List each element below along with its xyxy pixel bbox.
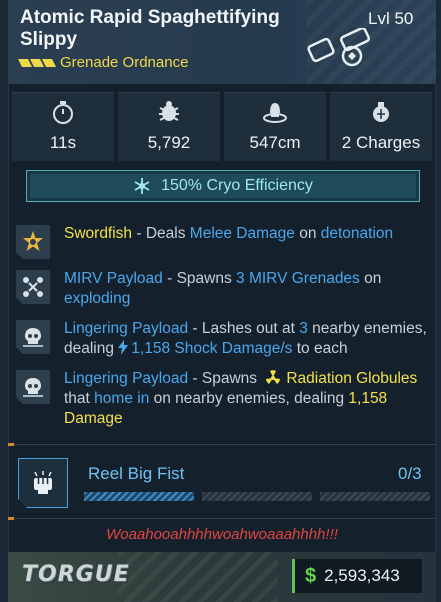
element-bonus-bar: 150% Cryo Efficiency bbox=[26, 170, 420, 202]
perk-text: - Deals bbox=[132, 225, 190, 242]
grenade-weapon-icon bbox=[307, 28, 371, 67]
mirv-icon bbox=[23, 277, 43, 297]
item-level: Lvl 50 bbox=[368, 9, 414, 28]
item-type: Grenade Ordnance bbox=[60, 54, 189, 71]
stat-fuse-time: 11s bbox=[12, 92, 114, 161]
perk-text: to each bbox=[292, 340, 348, 357]
perk-name: Lingering Payload bbox=[64, 370, 189, 387]
overclock-count: 0/3 bbox=[398, 464, 422, 483]
stat-value: 2 Charges bbox=[341, 133, 421, 152]
radius-icon bbox=[263, 103, 287, 123]
skull-icon bbox=[23, 328, 43, 347]
skull-icon bbox=[23, 378, 43, 397]
perk-highlight: Radiation Globules bbox=[286, 370, 418, 387]
item-name: Atomic Rapid Spaghettifying Slippy bbox=[20, 7, 280, 50]
rarity-chevron-icon bbox=[18, 58, 56, 67]
price-box: $ 2,593,343 bbox=[292, 559, 422, 593]
item-card: Atomic Rapid Spaghettifying Slippy Lvl 5… bbox=[8, 0, 436, 602]
flavor-text: Woaahooahhhhwoahwoaaahhhh!!! bbox=[106, 526, 338, 543]
perk-text: on bbox=[359, 270, 382, 287]
perk-icon-frame bbox=[16, 320, 50, 354]
damage-icon bbox=[159, 101, 179, 121]
item-price: 2,593,343 bbox=[324, 566, 400, 585]
progress-segment-3 bbox=[320, 492, 430, 501]
perk-text: on nearby enemies, dealing bbox=[149, 390, 349, 407]
overclock-name: Reel Big Fist bbox=[88, 464, 185, 483]
perk-description: Lingering Payload - Spawns Radiation Glo… bbox=[64, 369, 434, 429]
perk-highlight: 3 MIRV Grenades bbox=[236, 270, 360, 287]
radiation-icon bbox=[266, 370, 281, 384]
progress-segment-2 bbox=[202, 492, 312, 501]
stat-value: 5,792 bbox=[147, 133, 191, 152]
perk-text: - Spawns bbox=[162, 270, 237, 287]
perk-highlight: exploding bbox=[64, 290, 131, 307]
perk-description: Swordfish - Deals Melee Damage on detona… bbox=[64, 224, 434, 244]
stat-charges: 2 Charges bbox=[330, 92, 432, 161]
snowflake-icon bbox=[134, 178, 150, 194]
perk-icon-frame bbox=[16, 270, 50, 304]
perk-name: Lingering Payload bbox=[64, 320, 189, 337]
perk-description: Lingering Payload - Lashes out at 3 near… bbox=[64, 319, 434, 359]
perk-icon-frame bbox=[16, 225, 50, 259]
stat-radius: 547cm bbox=[224, 92, 326, 161]
element-bonus-text: 150% Cryo Efficiency bbox=[161, 177, 313, 194]
section-divider bbox=[8, 517, 436, 520]
manufacturer-logo: TORGUE bbox=[22, 562, 130, 587]
fist-icon bbox=[34, 471, 52, 494]
lightning-icon bbox=[118, 340, 129, 355]
perk-text: that bbox=[64, 390, 95, 407]
perk-highlight: detonation bbox=[320, 225, 394, 242]
item-type-row: Grenade Ordnance bbox=[18, 54, 188, 71]
divider-accent bbox=[8, 443, 14, 446]
perk-highlight: Melee Damage bbox=[189, 225, 295, 242]
item-footer: TORGUE $ 2,593,343 bbox=[8, 552, 436, 602]
perk-highlight: 3 bbox=[299, 320, 308, 337]
stopwatch-icon bbox=[53, 101, 73, 124]
perk-icon-frame bbox=[16, 370, 50, 404]
item-header: Atomic Rapid Spaghettifying Slippy Lvl 5… bbox=[8, 0, 436, 84]
stats-row: 11s 5,792 547cm 2 Charges bbox=[12, 92, 432, 161]
section-divider bbox=[8, 443, 436, 446]
perk-description: MIRV Payload - Spawns 3 MIRV Grenades on… bbox=[64, 269, 434, 309]
currency-icon: $ bbox=[305, 564, 317, 587]
perk-name: Swordfish bbox=[64, 225, 133, 242]
perk-text: on bbox=[294, 225, 321, 242]
perk-highlight: home in bbox=[94, 390, 150, 407]
divider-accent bbox=[8, 517, 14, 520]
perk-text: - Spawns bbox=[188, 370, 262, 387]
stat-value: 547cm bbox=[249, 133, 301, 152]
stat-damage: 5,792 bbox=[118, 92, 220, 161]
overclock-progress bbox=[84, 492, 430, 501]
perk-text: - Lashes out at bbox=[188, 320, 300, 337]
perk-name: MIRV Payload bbox=[64, 270, 163, 287]
perk-highlight: 1,158 Shock Damage/s bbox=[131, 340, 293, 357]
star-burst-icon bbox=[23, 231, 43, 251]
overclock-icon-frame bbox=[18, 458, 68, 508]
progress-segment-1 bbox=[84, 492, 194, 501]
stat-value: 11s bbox=[49, 133, 77, 152]
footer-stripe-pattern bbox=[118, 552, 278, 602]
grenade-charges-icon bbox=[373, 102, 389, 122]
